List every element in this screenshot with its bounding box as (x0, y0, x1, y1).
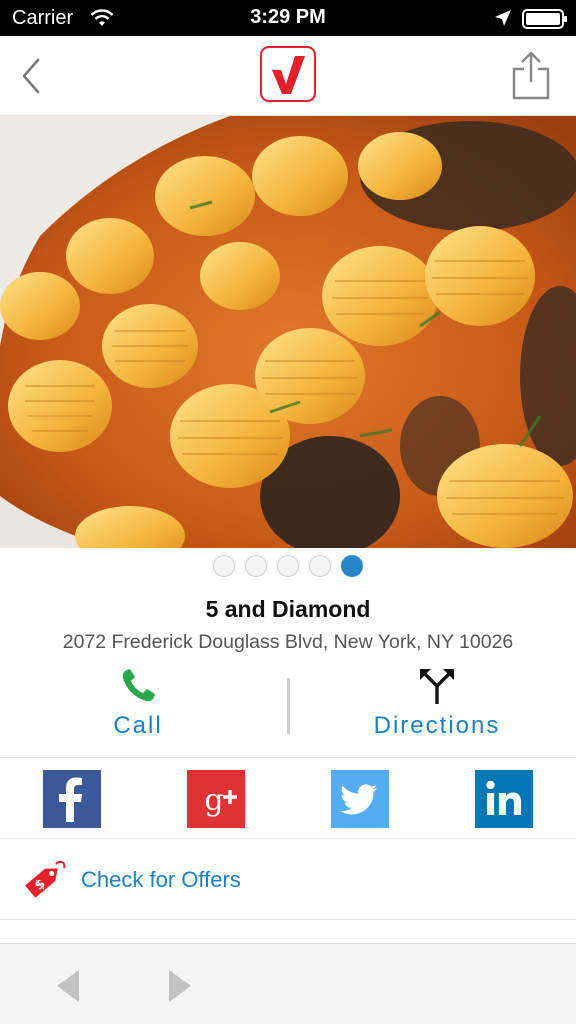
clock: 3:29 PM (250, 6, 326, 28)
page-dot-3[interactable] (277, 555, 299, 577)
google-plus-button[interactable]: g (187, 770, 245, 828)
share-button[interactable] (510, 50, 552, 102)
triangle-right-icon (169, 970, 191, 1002)
linkedin-icon (486, 780, 521, 815)
twitter-icon (340, 784, 377, 815)
place-address: 2072 Frederick Douglass Blvd, New York, … (62, 631, 514, 653)
check-offers-label: Check for Offers (81, 867, 241, 892)
page-dot-1[interactable] (213, 555, 235, 577)
back-button[interactable] (14, 54, 48, 98)
twitter-button[interactable] (331, 770, 389, 828)
page-dot-5[interactable] (341, 555, 363, 577)
directions-button[interactable]: Directions (340, 660, 534, 752)
svg-text:g: g (204, 783, 223, 818)
facebook-icon (59, 777, 82, 822)
status-bar: Carrier 3:29 PM (0, 0, 576, 36)
app-logo (260, 46, 316, 102)
call-button[interactable]: Call (60, 660, 216, 752)
chevron-left-icon (22, 58, 40, 94)
google-plus-icon: g (204, 783, 237, 818)
page-dot-2[interactable] (245, 555, 267, 577)
carousel-page-indicator (0, 552, 576, 580)
content-gap (0, 921, 576, 943)
action-divider (287, 678, 290, 734)
hero-image[interactable] (0, 116, 576, 548)
fork-arrows-icon (420, 669, 454, 704)
linkedin-button[interactable] (475, 770, 533, 828)
toolbar-forward-button[interactable] (164, 966, 196, 1006)
battery-icon (522, 9, 567, 29)
toolbar-back-button[interactable] (52, 966, 84, 1006)
pasta-dish-photo (0, 116, 576, 548)
page-dot-4[interactable] (309, 555, 331, 577)
location-icon (495, 10, 511, 26)
bottom-toolbar (0, 943, 576, 1024)
social-share-row: g (0, 757, 576, 839)
place-name: 5 and Diamond (205, 596, 371, 622)
price-tag-icon: $ (25, 860, 66, 898)
directions-label: Directions (373, 712, 501, 739)
facebook-button[interactable] (43, 770, 101, 828)
phone-icon (122, 669, 155, 702)
navigation-bar (0, 36, 576, 116)
check-offers-row[interactable]: $ Check for Offers (0, 840, 576, 920)
triangle-left-icon (57, 970, 79, 1002)
v-checkmark-logo (272, 56, 305, 94)
action-row: Call Directions (0, 660, 576, 756)
share-icon (512, 51, 550, 100)
call-label: Call (113, 712, 163, 739)
